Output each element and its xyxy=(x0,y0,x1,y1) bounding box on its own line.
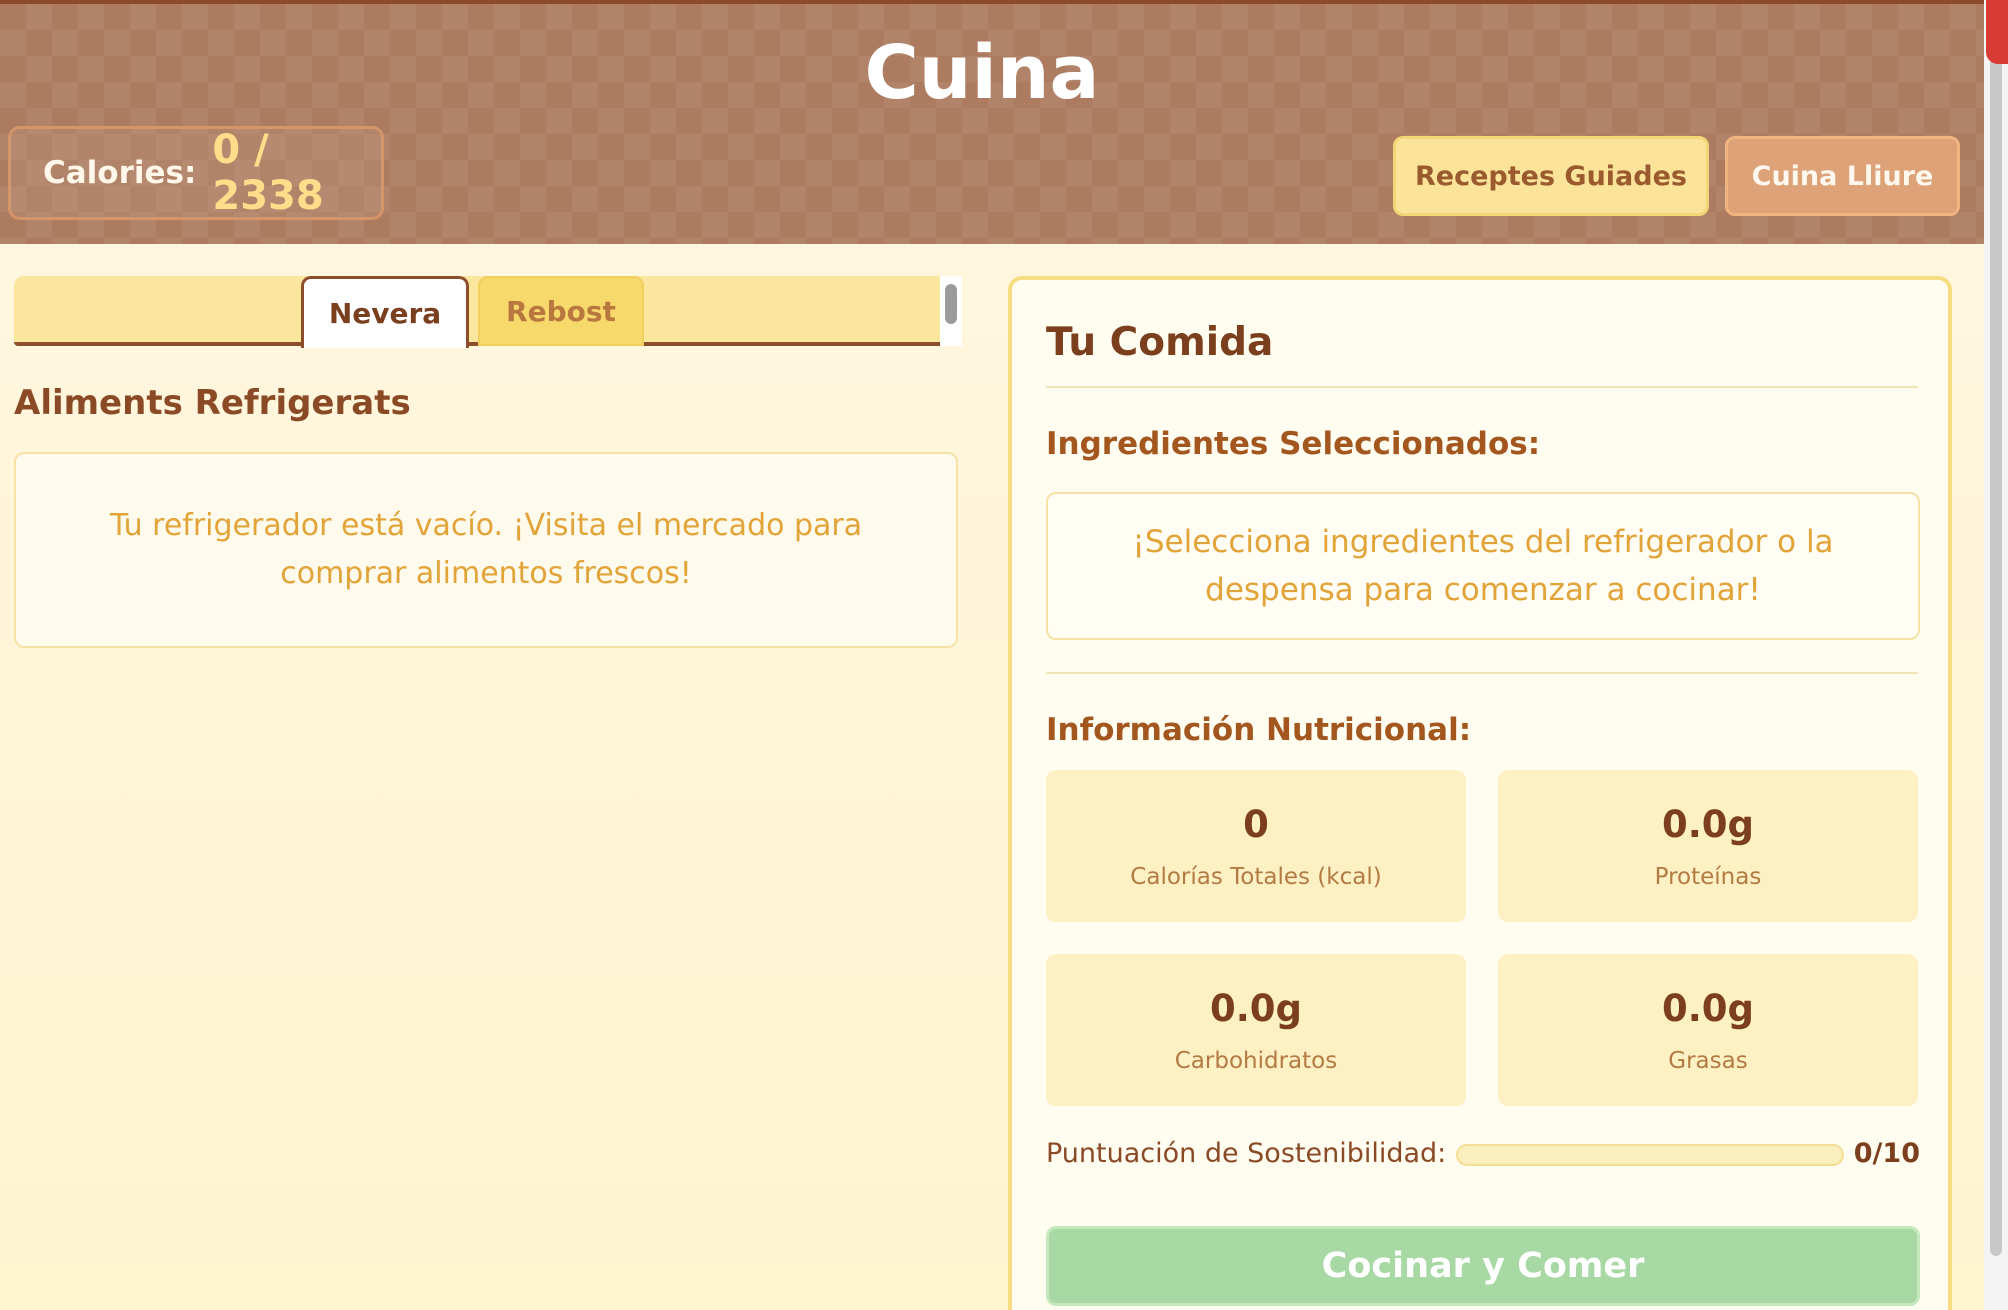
fat-caption: Grasas xyxy=(1668,1047,1748,1074)
page-title: Cuina xyxy=(864,30,1100,116)
sustainability-row: Puntuación de Sostenibilidad: 0/10 xyxy=(1046,1136,1920,1176)
calories-counter: Calories: 0 / 2338 xyxy=(8,126,384,220)
nutrition-card-carbs: 0.0g Carbohidratos xyxy=(1046,954,1466,1106)
ingredients-label: Ingredientes Seleccionados: xyxy=(1046,426,1541,462)
page-scrollbar[interactable] xyxy=(1984,0,2008,1310)
tab-fridge[interactable]: Nevera xyxy=(301,276,469,348)
cook-and-eat-button[interactable]: Cocinar y Comer xyxy=(1046,1226,1920,1306)
header: Cuina Calories: 0 / 2338 Receptes Guiade… xyxy=(0,0,1984,244)
nutrition-label: Información Nutricional: xyxy=(1046,712,1472,748)
guided-recipes-button[interactable]: Receptes Guiades xyxy=(1393,136,1709,216)
calories-total-value: 0 xyxy=(1243,802,1269,846)
fridge-heading: Aliments Refrigerats xyxy=(14,383,411,423)
nutrition-card-calories: 0 Calorías Totales (kcal) xyxy=(1046,770,1466,922)
fat-value: 0.0g xyxy=(1661,986,1755,1030)
sustainability-label: Puntuación de Sostenibilidad: xyxy=(1046,1138,1447,1169)
calories-total-caption: Calorías Totales (kcal) xyxy=(1130,863,1382,890)
sustainability-bar xyxy=(1456,1144,1844,1166)
divider xyxy=(1046,672,1918,674)
ingredients-empty-message: ¡Selecciona ingredientes del refrigerado… xyxy=(1046,492,1920,640)
free-cooking-button[interactable]: Cuina Lliure xyxy=(1725,136,1960,216)
carbs-caption: Carbohidratos xyxy=(1174,1047,1338,1074)
tabs-scrollbar[interactable] xyxy=(940,276,962,346)
app: Cuina Calories: 0 / 2338 Receptes Guiade… xyxy=(0,0,1984,1310)
nutrition-card-fat: 0.0g Grasas xyxy=(1498,954,1918,1106)
calories-value: 0 / 2338 xyxy=(212,127,324,219)
carbs-value: 0.0g xyxy=(1209,986,1303,1030)
nutrition-card-protein: 0.0g Proteínas xyxy=(1498,770,1918,922)
tab-pantry[interactable]: Rebost xyxy=(478,276,644,346)
divider xyxy=(1046,386,1918,388)
calories-label: Calories: xyxy=(43,155,197,191)
fridge-empty-message: Tu refrigerador está vacío. ¡Visita el m… xyxy=(14,452,958,648)
notification-marker xyxy=(1986,0,2008,64)
protein-caption: Proteínas xyxy=(1654,863,1762,890)
protein-value: 0.0g xyxy=(1661,802,1755,846)
tabs-scrollbar-thumb[interactable] xyxy=(945,284,957,324)
meal-panel: Tu Comida Ingredientes Seleccionados: ¡S… xyxy=(1008,276,1952,1310)
page-scrollbar-thumb[interactable] xyxy=(1990,6,2002,1256)
storage-tabs: Nevera Rebost xyxy=(14,276,962,348)
meal-title: Tu Comida xyxy=(1046,320,1274,365)
sustainability-value: 0/10 xyxy=(1853,1138,1920,1169)
